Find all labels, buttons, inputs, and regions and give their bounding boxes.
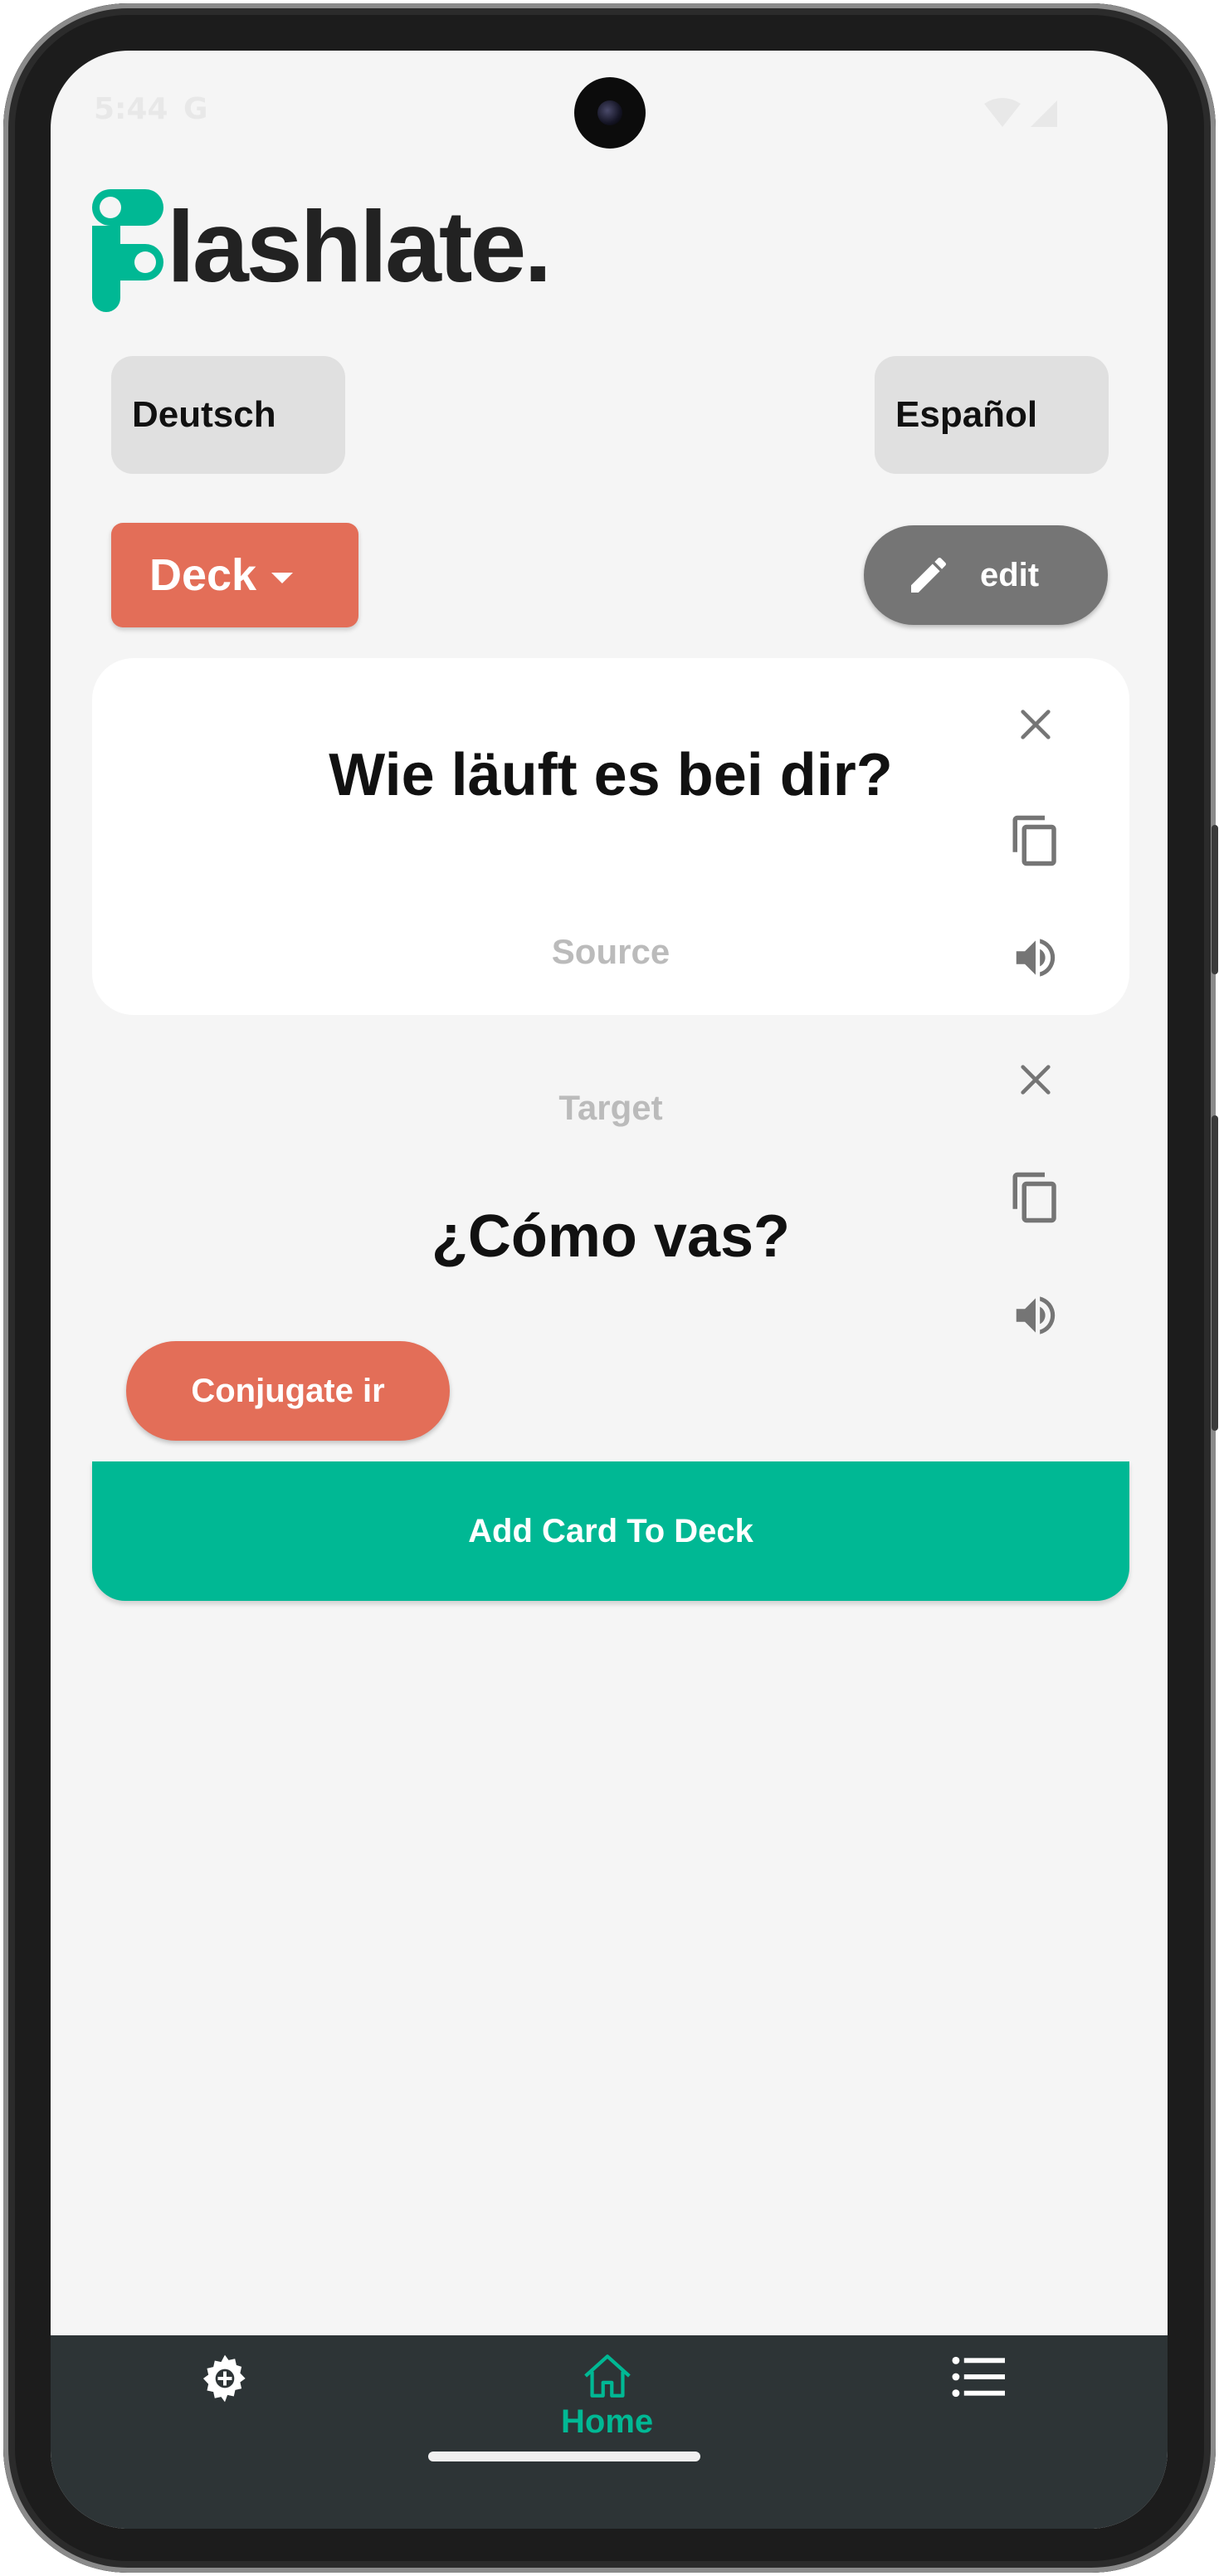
nav-item-list[interactable] — [952, 2355, 1005, 2398]
list-icon — [952, 2356, 1005, 2398]
deck-label: Deck — [149, 550, 257, 600]
speak-target-button[interactable] — [1002, 1282, 1069, 1349]
home-icon — [583, 2354, 631, 2398]
target-language-button[interactable]: Español — [875, 356, 1109, 474]
target-hint: Target — [558, 1088, 663, 1127]
volume-icon — [1016, 1296, 1056, 1334]
source-card: Wie läuft es bei dir? Source — [92, 658, 1129, 1015]
app-logo-text: lashlate. — [167, 190, 552, 303]
volume-icon — [1016, 939, 1056, 977]
app-screen: 5:44 G lashlate. Deutsch Español Deck ed… — [51, 51, 1168, 2529]
conjugate-button[interactable]: Conjugate ir — [126, 1341, 450, 1441]
add-card-button[interactable]: Add Card To Deck — [92, 1461, 1129, 1601]
source-phrase[interactable]: Wie läuft es bei dir? — [92, 741, 1129, 809]
deck-dropdown[interactable]: Deck — [111, 523, 358, 627]
front-camera — [574, 77, 646, 149]
status-time: 5:44 — [94, 92, 168, 126]
pencil-icon — [911, 557, 947, 593]
copy-target-button[interactable] — [1002, 1164, 1069, 1231]
chevron-down-icon — [271, 572, 294, 583]
gesture-bar[interactable] — [428, 2452, 700, 2461]
clear-target-button[interactable] — [1002, 1046, 1069, 1113]
speak-source-button[interactable] — [1002, 925, 1069, 991]
nav-item-settings[interactable] — [197, 2350, 253, 2407]
clear-source-button[interactable] — [1002, 691, 1069, 758]
bottom-nav: Home — [51, 2335, 1168, 2529]
google-icon: G — [183, 92, 208, 126]
copy-source-button[interactable] — [1002, 807, 1069, 874]
nav-home-label: Home — [561, 2403, 654, 2440]
phone-frame: 5:44 G lashlate. Deutsch Español Deck ed… — [3, 3, 1218, 2573]
source-language-button[interactable]: Deutsch — [111, 356, 345, 474]
source-hint: Source — [551, 932, 670, 971]
copy-icon — [1012, 1172, 1056, 1223]
volume-button — [1212, 825, 1218, 974]
power-button — [1212, 1115, 1218, 1431]
settings-icon — [202, 2354, 246, 2403]
target-phrase[interactable]: ¿Cómo vas? — [92, 1203, 1129, 1271]
close-icon — [1021, 1065, 1051, 1095]
copy-icon — [1012, 815, 1056, 866]
close-icon — [1021, 710, 1051, 739]
edit-label: edit — [980, 556, 1040, 593]
flashlate-logo-icon — [92, 189, 163, 312]
nav-item-home[interactable]: Home — [561, 2352, 653, 2441]
signal-icons — [984, 98, 1057, 127]
edit-button[interactable]: edit — [864, 525, 1108, 625]
